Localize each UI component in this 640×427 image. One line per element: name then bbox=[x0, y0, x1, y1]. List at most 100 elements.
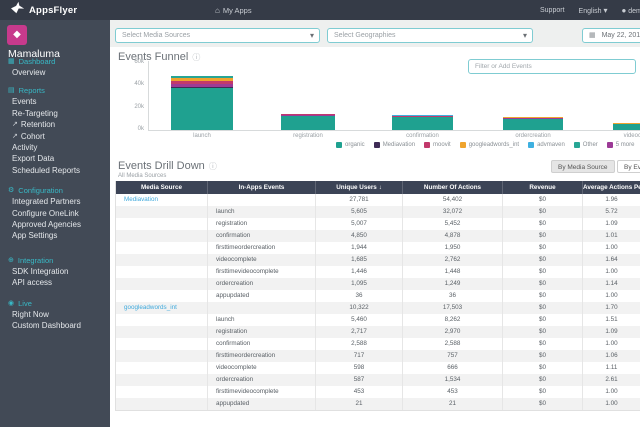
table-row: appupdated3636$01.00 bbox=[116, 290, 640, 302]
table-row: videocomplete598666$01.11 bbox=[116, 362, 640, 374]
actions-cell: 2,762 bbox=[403, 254, 503, 266]
sidebar-item-approved-agencies[interactable]: Approved Agencies bbox=[0, 219, 110, 230]
nav-section: ▦DashboardOverview bbox=[0, 56, 110, 78]
gear-icon: ⚙ bbox=[8, 185, 14, 196]
table-row: registration2,7172,970$01.09 bbox=[116, 326, 640, 338]
column-header-label: Unique Users bbox=[336, 184, 377, 191]
unique-users-cell: 4,850 bbox=[316, 230, 403, 242]
table-row: videocomplete1,6852,762$01.64 bbox=[116, 254, 640, 266]
sidebar-item-api-access[interactable]: API access bbox=[0, 277, 110, 288]
legend-swatch bbox=[574, 142, 580, 148]
actions-cell: 666 bbox=[403, 362, 503, 374]
support-link[interactable]: Support bbox=[540, 7, 565, 14]
event-cell: ordercreation bbox=[208, 278, 316, 290]
sidebar-item-activity[interactable]: Activity bbox=[0, 142, 110, 153]
sidebar-item-label: Approved Agencies bbox=[12, 219, 81, 230]
sidebar-item-configure-onelink[interactable]: Configure OneLink bbox=[0, 208, 110, 219]
avg-actions-cell: 1.01 bbox=[583, 230, 640, 242]
legend-item-organic: organic bbox=[336, 142, 365, 148]
table-row: firsttimevideocomplete1,4461,448$01.00 bbox=[116, 266, 640, 278]
media-sources-select[interactable]: Select Media Sources ▾ bbox=[115, 28, 320, 43]
unique-users-cell: 587 bbox=[316, 374, 403, 386]
sidebar-item-label: App Settings bbox=[12, 230, 57, 241]
sidebar-item-re-targeting[interactable]: Re-Targeting bbox=[0, 108, 110, 119]
geographies-select[interactable]: Select Geographies ▾ bbox=[327, 28, 533, 43]
event-search-input[interactable] bbox=[468, 59, 636, 74]
event-cell bbox=[208, 302, 316, 314]
avg-actions-cell: 1.00 bbox=[583, 290, 640, 302]
table-header-row: Media SourceIn-Apps EventsUnique Users↓N… bbox=[116, 181, 640, 194]
table-row: launch5,4608,262$01.51 bbox=[116, 314, 640, 326]
logo-text: AppsFlyer bbox=[29, 5, 77, 16]
column-header-label: Revenue bbox=[529, 184, 555, 191]
column-header-unique-users[interactable]: Unique Users↓ bbox=[316, 181, 403, 194]
my-apps-link[interactable]: ⌂ My Apps bbox=[215, 0, 252, 20]
media-sources-placeholder: Select Media Sources bbox=[122, 32, 190, 39]
info-icon[interactable]: ⓘ bbox=[192, 52, 200, 63]
media-source-cell bbox=[116, 398, 208, 410]
external-link-icon: ↗ bbox=[12, 131, 18, 142]
by-event-button[interactable]: By Event bbox=[617, 160, 640, 173]
legend-item-moovit: moovit bbox=[424, 142, 451, 148]
media-source-cell[interactable]: Mediavation bbox=[116, 194, 208, 206]
media-source-cell bbox=[116, 254, 208, 266]
nav-section-label: Live bbox=[18, 298, 32, 309]
date-range-picker[interactable]: ▦ May 22, 2016 - bbox=[582, 28, 640, 43]
column-header-media-source[interactable]: Media Source bbox=[116, 181, 208, 194]
sidebar-item-integrated-partners[interactable]: Integrated Partners bbox=[0, 196, 110, 207]
sidebar-item-custom-dashboard[interactable]: Custom Dashboard bbox=[0, 320, 110, 331]
by-media-source-button[interactable]: By Media Source bbox=[551, 160, 615, 173]
actions-cell: 21 bbox=[403, 398, 503, 410]
revenue-cell: $0 bbox=[503, 194, 583, 206]
event-cell: appupdated bbox=[208, 290, 316, 302]
legend-label: moovit bbox=[433, 142, 451, 148]
legend-label: Other bbox=[583, 142, 598, 148]
revenue-cell: $0 bbox=[503, 254, 583, 266]
nav-section-header: ◉Live bbox=[0, 298, 110, 309]
table-row: confirmation2,5882,588$01.00 bbox=[116, 338, 640, 350]
column-header-revenue[interactable]: Revenue bbox=[503, 181, 583, 194]
sidebar-item-events[interactable]: Events bbox=[0, 96, 110, 107]
sidebar-item-retention[interactable]: ↗Retention bbox=[0, 119, 110, 130]
bar-segment-organic bbox=[503, 119, 563, 130]
funnel-bar-launch bbox=[171, 76, 233, 130]
unique-users-cell: 5,460 bbox=[316, 314, 403, 326]
actions-cell: 5,452 bbox=[403, 218, 503, 230]
sidebar-item-export-data[interactable]: Export Data bbox=[0, 153, 110, 164]
legend-label: 5 more bbox=[616, 142, 635, 148]
info-icon[interactable]: ⓘ bbox=[209, 161, 217, 172]
user-menu[interactable]: ● demo@appsflyer.com bbox=[621, 6, 640, 15]
avg-actions-cell: 1.00 bbox=[583, 266, 640, 278]
sidebar-item-app-settings[interactable]: App Settings bbox=[0, 230, 110, 241]
column-header-number-of-actions[interactable]: Number Of Actions bbox=[403, 181, 503, 194]
media-source-cell bbox=[116, 314, 208, 326]
media-source-cell bbox=[116, 338, 208, 350]
sidebar-item-right-now[interactable]: Right Now bbox=[0, 309, 110, 320]
home-icon: ⌂ bbox=[215, 6, 220, 15]
column-header-average-actions-per-user[interactable]: Average Actions Per User bbox=[583, 181, 640, 194]
sidebar-item-sdk-integration[interactable]: SDK Integration bbox=[0, 266, 110, 277]
actions-cell: 1,950 bbox=[403, 242, 503, 254]
revenue-cell: $0 bbox=[503, 362, 583, 374]
sidebar-item-scheduled-reports[interactable]: Scheduled Reports bbox=[0, 165, 110, 176]
sidebar-item-cohort[interactable]: ↗Cohort bbox=[0, 131, 110, 142]
actions-cell: 2,588 bbox=[403, 338, 503, 350]
language-dropdown[interactable]: English ▾ bbox=[579, 6, 608, 15]
sidebar-item-overview[interactable]: Overview bbox=[0, 67, 110, 78]
funnel-bar-registration bbox=[281, 114, 335, 130]
table-row: ordercreation5871,534$02.61 bbox=[116, 374, 640, 386]
event-cell: firsttimevideocomplete bbox=[208, 386, 316, 398]
funnel-bar-ordercreation bbox=[503, 117, 563, 130]
avg-actions-cell: 1.00 bbox=[583, 398, 640, 410]
media-source-cell bbox=[116, 386, 208, 398]
event-cell: registration bbox=[208, 218, 316, 230]
funnel-bar-videocomplete bbox=[613, 123, 640, 130]
appsflyer-logo[interactable]: AppsFlyer bbox=[10, 0, 77, 20]
drilldown-title-text: Events Drill Down bbox=[118, 160, 205, 172]
sidebar-item-label: Overview bbox=[12, 67, 45, 78]
sidebar: ◆ Mamaluma ▦DashboardOverview▤ReportsEve… bbox=[0, 20, 110, 427]
column-header-in-apps-events[interactable]: In-Apps Events bbox=[208, 181, 316, 194]
actions-cell: 453 bbox=[403, 386, 503, 398]
app-icon[interactable]: ◆ bbox=[7, 25, 27, 45]
media-source-cell[interactable]: googleadwords_int bbox=[116, 302, 208, 314]
